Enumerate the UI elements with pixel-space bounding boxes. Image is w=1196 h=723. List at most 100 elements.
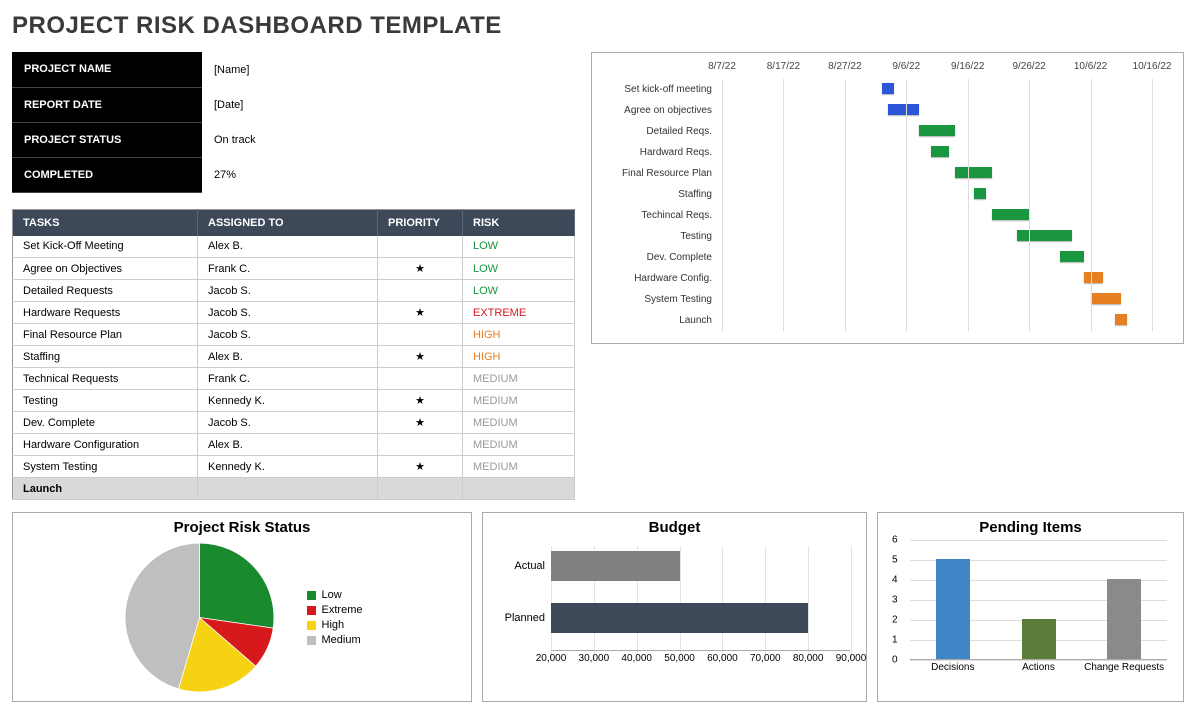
table-row: Staffing Alex B. ★ HIGH bbox=[13, 346, 575, 368]
priority-cell: ★ bbox=[378, 346, 463, 368]
gantt-date-label: 9/6/22 bbox=[892, 61, 920, 72]
task-cell: Staffing bbox=[13, 346, 198, 368]
table-row: Set Kick-Off Meeting Alex B. LOW bbox=[13, 236, 575, 258]
table-row: Final Resource Plan Jacob S. HIGH bbox=[13, 324, 575, 346]
gantt-task-label: Staffing bbox=[592, 184, 717, 205]
assigned-cell: Kennedy K. bbox=[198, 456, 378, 478]
pending-xlabel: Decisions bbox=[910, 662, 996, 673]
assigned-cell: Jacob S. bbox=[198, 412, 378, 434]
pie-slice bbox=[199, 543, 273, 628]
gantt-bar bbox=[1115, 314, 1127, 325]
gantt-task-label: Techincal Reqs. bbox=[592, 205, 717, 226]
gantt-bar bbox=[1091, 293, 1122, 304]
risk-cell: MEDIUM bbox=[463, 390, 575, 412]
info-value: [Date] bbox=[202, 87, 502, 122]
gantt-bar bbox=[1084, 272, 1102, 283]
info-label: COMPLETED bbox=[12, 157, 202, 192]
gantt-task-label: Agree on objectives bbox=[592, 100, 717, 121]
pending-xlabel: Change Requests bbox=[1081, 662, 1167, 673]
info-value: [Name] bbox=[202, 52, 502, 87]
assigned-cell: Alex B. bbox=[198, 346, 378, 368]
pending-ytick: 4 bbox=[892, 575, 898, 586]
pending-title: Pending Items bbox=[886, 519, 1175, 536]
priority-cell bbox=[378, 434, 463, 456]
gantt-row: Detailed Reqs. bbox=[722, 121, 1175, 142]
legend-item: High bbox=[307, 619, 363, 631]
budget-chart: Budget Actual Planned 20,00030,00040,000… bbox=[482, 512, 867, 702]
table-row: Dev. Complete Jacob S. ★ MEDIUM bbox=[13, 412, 575, 434]
table-row: Testing Kennedy K. ★ MEDIUM bbox=[13, 390, 575, 412]
risk-cell: MEDIUM bbox=[463, 456, 575, 478]
gantt-bar bbox=[974, 188, 986, 199]
gantt-row: Testing bbox=[722, 226, 1175, 247]
budget-tick: 30,000 bbox=[579, 653, 610, 664]
task-cell: Hardware Configuration bbox=[13, 434, 198, 456]
risk-cell: LOW bbox=[463, 258, 575, 280]
assigned-cell: Frank C. bbox=[198, 368, 378, 390]
gantt-bar bbox=[919, 125, 956, 136]
budget-row: Actual bbox=[551, 546, 850, 586]
pending-ytick: 5 bbox=[892, 555, 898, 566]
gantt-row: Launch bbox=[722, 310, 1175, 331]
gantt-task-label: System Testing bbox=[592, 289, 717, 310]
pie-svg bbox=[122, 540, 277, 695]
legend-label: Low bbox=[322, 589, 342, 601]
priority-cell: ★ bbox=[378, 390, 463, 412]
gantt-bar bbox=[992, 209, 1029, 220]
task-cell: Detailed Requests bbox=[13, 280, 198, 302]
gantt-bar bbox=[931, 146, 949, 157]
pending-bar bbox=[936, 559, 970, 659]
budget-tick: 80,000 bbox=[793, 653, 824, 664]
gantt-bar bbox=[955, 167, 992, 178]
risk-cell: LOW bbox=[463, 236, 575, 258]
info-label: REPORT DATE bbox=[12, 87, 202, 122]
pie-chart: Project Risk Status LowExtremeHighMedium bbox=[12, 512, 472, 702]
budget-label: Planned bbox=[493, 598, 545, 638]
gantt-chart: 8/7/228/17/228/27/229/6/229/16/229/26/22… bbox=[591, 52, 1184, 344]
task-cell: Launch bbox=[13, 478, 198, 500]
assigned-cell: Jacob S. bbox=[198, 324, 378, 346]
gantt-date-label: 9/16/22 bbox=[951, 61, 984, 72]
info-table: PROJECT NAME[Name]REPORT DATE[Date]PROJE… bbox=[12, 52, 502, 193]
gantt-date-label: 10/16/22 bbox=[1133, 61, 1172, 72]
assigned-cell: Alex B. bbox=[198, 236, 378, 258]
table-row: Hardware Requests Jacob S. ★ EXTREME bbox=[13, 302, 575, 324]
gantt-row: Techincal Reqs. bbox=[722, 205, 1175, 226]
priority-cell bbox=[378, 478, 463, 500]
page-title: PROJECT RISK DASHBOARD TEMPLATE bbox=[12, 12, 1184, 40]
table-row: Launch bbox=[13, 478, 575, 500]
pending-ytick: 6 bbox=[892, 535, 898, 546]
priority-cell: ★ bbox=[378, 412, 463, 434]
info-label: PROJECT NAME bbox=[12, 52, 202, 87]
assigned-cell: Kennedy K. bbox=[198, 390, 378, 412]
gantt-date-label: 8/27/22 bbox=[828, 61, 861, 72]
budget-title: Budget bbox=[491, 519, 858, 536]
gantt-bar bbox=[1017, 230, 1072, 241]
legend-swatch bbox=[307, 636, 316, 645]
table-row: Technical Requests Frank C. MEDIUM bbox=[13, 368, 575, 390]
legend-label: High bbox=[322, 619, 345, 631]
col-risk: RISK bbox=[463, 209, 575, 236]
risk-cell: MEDIUM bbox=[463, 368, 575, 390]
pending-xlabel: Actions bbox=[996, 662, 1082, 673]
col-assigned: ASSIGNED TO bbox=[198, 209, 378, 236]
tasks-table: TASKS ASSIGNED TO PRIORITY RISK Set Kick… bbox=[12, 209, 575, 501]
pending-ytick: 0 bbox=[892, 655, 898, 666]
risk-cell bbox=[463, 478, 575, 500]
gantt-row: Final Resource Plan bbox=[722, 163, 1175, 184]
budget-tick: 40,000 bbox=[621, 653, 652, 664]
gantt-task-label: Detailed Reqs. bbox=[592, 121, 717, 142]
gantt-date-label: 8/7/22 bbox=[708, 61, 736, 72]
legend-swatch bbox=[307, 621, 316, 630]
budget-bar bbox=[551, 603, 808, 633]
task-cell: System Testing bbox=[13, 456, 198, 478]
gantt-task-label: Final Resource Plan bbox=[592, 163, 717, 184]
budget-bar bbox=[551, 551, 680, 581]
budget-tick: 50,000 bbox=[664, 653, 695, 664]
info-value: 27% bbox=[202, 157, 502, 192]
priority-cell bbox=[378, 236, 463, 258]
budget-tick: 90,000 bbox=[836, 653, 867, 664]
assigned-cell: Jacob S. bbox=[198, 280, 378, 302]
priority-cell bbox=[378, 280, 463, 302]
gantt-task-label: Hardward Reqs. bbox=[592, 142, 717, 163]
